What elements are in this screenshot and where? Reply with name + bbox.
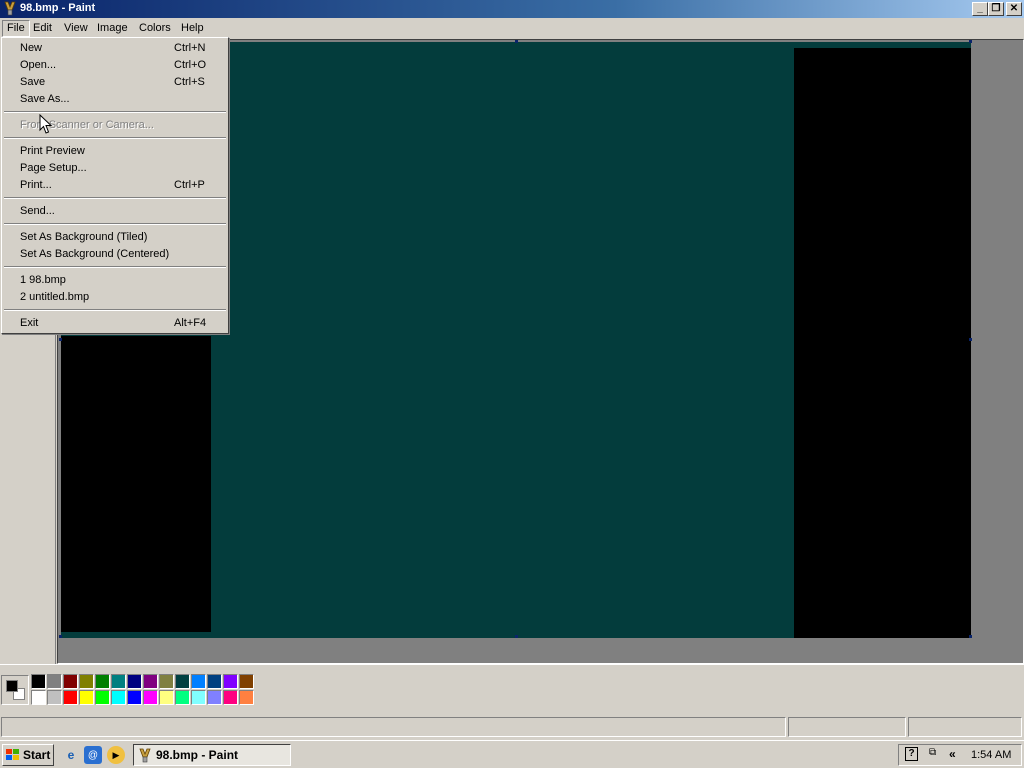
system-tray: ? ⧉ « 1:54 AM xyxy=(898,744,1022,766)
menu-item-print-preview[interactable]: Print Preview xyxy=(2,143,228,160)
palette-swatch[interactable] xyxy=(175,690,190,705)
menu-separator xyxy=(4,137,226,139)
resize-handle-bottom-right[interactable] xyxy=(969,635,972,638)
palette-swatch[interactable] xyxy=(159,674,174,689)
menu-edit[interactable]: Edit xyxy=(28,20,57,37)
palette-swatch[interactable] xyxy=(191,690,206,705)
color-palette xyxy=(0,664,1024,714)
network-icon[interactable]: ⧉ xyxy=(929,747,936,758)
taskbar-paint-button[interactable]: 98.bmp - Paint xyxy=(133,744,291,766)
file-menu-dropdown: New Ctrl+N Open... Ctrl+O Save Ctrl+S Sa… xyxy=(1,37,229,334)
menu-item-from-scanner[interactable]: From Scanner or Camera... xyxy=(2,117,228,134)
palette-swatch[interactable] xyxy=(79,690,94,705)
paint-app-icon xyxy=(4,1,16,16)
help-icon[interactable]: ? xyxy=(905,747,918,761)
restore-icon: ❐ xyxy=(991,3,1001,14)
menu-item-send[interactable]: Send... xyxy=(2,203,228,220)
menu-separator xyxy=(4,223,226,225)
palette-swatch[interactable] xyxy=(127,674,142,689)
status-size xyxy=(908,717,1022,737)
resize-handle-top-right[interactable] xyxy=(969,40,972,43)
menu-item-recent-1[interactable]: 1 98.bmp xyxy=(2,272,228,289)
menu-help[interactable]: Help xyxy=(176,20,209,37)
mouse-cursor-icon xyxy=(39,114,53,134)
minimize-button[interactable]: _ xyxy=(972,2,988,16)
menu-item-background-tiled[interactable]: Set As Background (Tiled) xyxy=(2,229,228,246)
palette-swatch[interactable] xyxy=(223,674,238,689)
resize-handle-bottom[interactable] xyxy=(515,635,518,638)
outlook-express-icon[interactable]: @ xyxy=(84,746,102,764)
palette-swatch[interactable] xyxy=(31,690,46,705)
paint-task-icon xyxy=(139,748,151,762)
resize-handle-left[interactable] xyxy=(59,338,62,341)
menu-item-open[interactable]: Open... Ctrl+O xyxy=(2,57,228,74)
black-rectangle-right xyxy=(794,48,971,638)
menu-image[interactable]: Image xyxy=(92,20,133,37)
palette-swatch[interactable] xyxy=(111,674,126,689)
window-title: 98.bmp - Paint xyxy=(20,2,96,14)
palette-swatch[interactable] xyxy=(191,674,206,689)
resize-handle-bottom-left[interactable] xyxy=(59,635,62,638)
palette-swatch[interactable] xyxy=(239,690,254,705)
black-rectangle-left xyxy=(61,336,211,632)
status-coordinates xyxy=(788,717,906,737)
title-bar[interactable]: 98.bmp - Paint _ ❐ ✕ xyxy=(0,0,1024,18)
status-message xyxy=(1,717,786,737)
menu-item-page-setup[interactable]: Page Setup... xyxy=(2,160,228,177)
palette-swatch[interactable] xyxy=(127,690,142,705)
menu-colors[interactable]: Colors xyxy=(134,20,176,37)
palette-swatch[interactable] xyxy=(47,690,62,705)
palette-swatch[interactable] xyxy=(63,690,78,705)
menu-item-save[interactable]: Save Ctrl+S xyxy=(2,74,228,91)
close-icon: ✕ xyxy=(1009,3,1019,14)
palette-swatch[interactable] xyxy=(47,674,62,689)
start-label: Start xyxy=(23,748,51,762)
menu-separator xyxy=(4,197,226,199)
palette-swatch[interactable] xyxy=(95,674,110,689)
menu-item-save-as[interactable]: Save As... xyxy=(2,91,228,108)
resize-handle-right[interactable] xyxy=(969,338,972,341)
palette-swatch[interactable] xyxy=(159,690,174,705)
menu-item-recent-2[interactable]: 2 untitled.bmp xyxy=(2,289,228,306)
palette-swatch[interactable] xyxy=(223,690,238,705)
palette-swatch[interactable] xyxy=(175,674,190,689)
minimize-icon: _ xyxy=(977,3,983,14)
palette-swatch[interactable] xyxy=(143,690,158,705)
close-button[interactable]: ✕ xyxy=(1006,2,1022,16)
internet-explorer-icon[interactable]: e xyxy=(62,746,80,764)
chevron-left-icon[interactable]: « xyxy=(949,747,956,761)
resize-handle-top[interactable] xyxy=(515,40,518,43)
windows-logo-icon xyxy=(6,749,19,760)
palette-swatch[interactable] xyxy=(95,690,110,705)
menu-item-background-centered[interactable]: Set As Background (Centered) xyxy=(2,246,228,263)
menu-view[interactable]: View xyxy=(59,20,93,37)
media-player-icon[interactable]: ▶ xyxy=(107,746,125,764)
taskbar: Start e @ ▶ 98.bmp - Paint ? ⧉ « 1:54 AM xyxy=(0,740,1024,768)
palette-swatch[interactable] xyxy=(111,690,126,705)
restore-button[interactable]: ❐ xyxy=(988,2,1004,16)
menu-separator xyxy=(4,111,226,113)
clock: 1:54 AM xyxy=(971,749,1012,761)
menu-separator xyxy=(4,266,226,268)
palette-swatch[interactable] xyxy=(143,674,158,689)
palette-swatch[interactable] xyxy=(239,674,254,689)
menu-file[interactable]: File xyxy=(2,20,30,37)
menu-item-exit[interactable]: Exit Alt+F4 xyxy=(2,315,228,332)
menu-item-new[interactable]: New Ctrl+N xyxy=(2,40,228,57)
foreground-color-swatch xyxy=(6,680,18,692)
palette-swatch[interactable] xyxy=(207,690,222,705)
status-bar xyxy=(0,714,1024,740)
start-button[interactable]: Start xyxy=(2,744,54,766)
taskbar-paint-label: 98.bmp - Paint xyxy=(156,748,239,762)
palette-swatch[interactable] xyxy=(31,674,46,689)
menu-separator xyxy=(4,309,226,311)
menu-bar: File Edit View Image Colors Help xyxy=(0,18,1024,37)
current-colors[interactable] xyxy=(1,675,29,705)
menu-item-print[interactable]: Print... Ctrl+P xyxy=(2,177,228,194)
palette-swatch[interactable] xyxy=(79,674,94,689)
palette-swatch[interactable] xyxy=(63,674,78,689)
palette-swatch[interactable] xyxy=(207,674,222,689)
